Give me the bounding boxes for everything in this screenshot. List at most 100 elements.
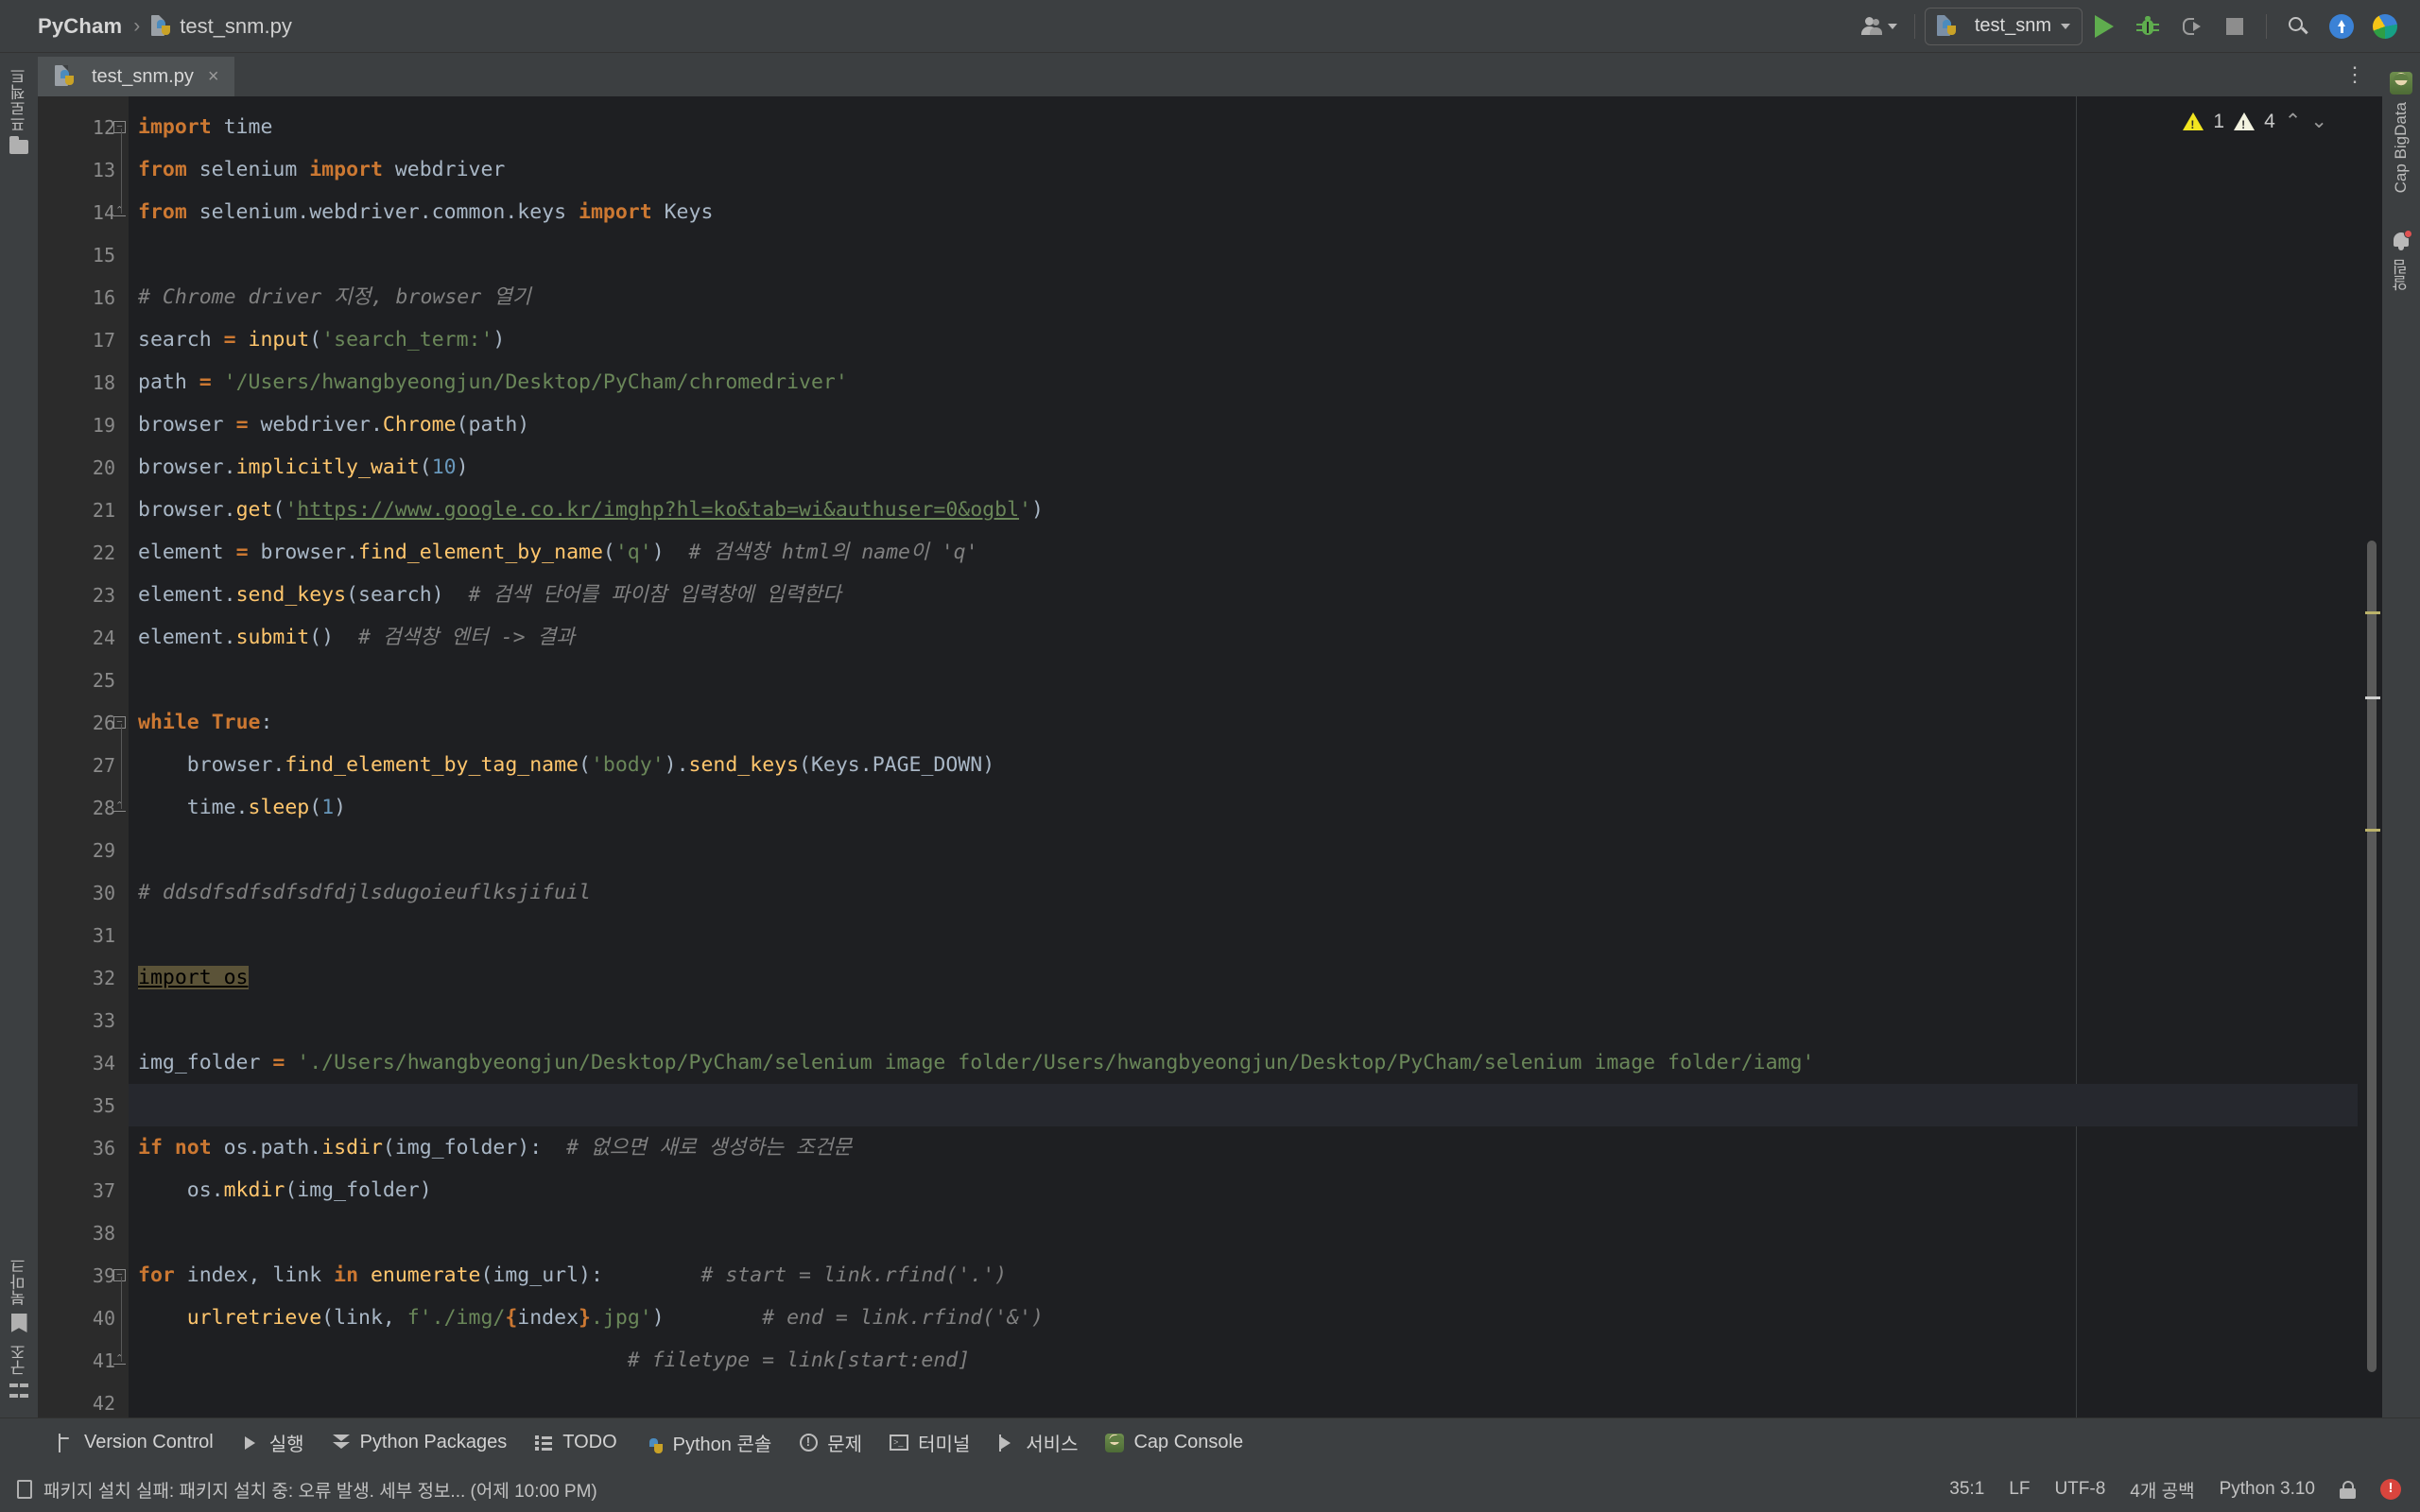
line-number[interactable]: 24 [38,616,129,659]
lock-icon[interactable] [2340,1480,2356,1499]
fold-collapse-icon[interactable]: − [113,1269,127,1282]
bottom-tool-cap-console[interactable]: Cap Console [1093,1426,1254,1459]
code-line[interactable]: from selenium.webdriver.common.keys impo… [129,191,2358,233]
line-number[interactable]: 36 [38,1126,129,1169]
code-line[interactable] [129,1084,2358,1126]
editor-tab-test-snm[interactable]: test_snm.py × [38,57,234,100]
line-number[interactable]: 40 [38,1297,129,1339]
indent-setting[interactable]: 4개 공백 [2130,1477,2194,1503]
breadcrumb-project[interactable]: PyCham [38,14,122,39]
line-number[interactable]: 38 [38,1211,129,1254]
bottom-tool-터미널[interactable]: 터미널 [877,1423,981,1462]
code-line[interactable]: os.mkdir(img_folder) [129,1169,2358,1211]
code-line[interactable]: element.submit() # 검색창 엔터 -> 결과 [129,616,2358,659]
code-line[interactable] [129,1382,2358,1418]
code-line[interactable]: search = input('search_term:') [129,318,2358,361]
line-number[interactable]: 20 [38,446,129,489]
code-line[interactable] [129,914,2358,956]
code-line[interactable]: path = '/Users/hwangbyeongjun/Desktop/Py… [129,361,2358,404]
code-line[interactable]: time.sleep(1) [129,786,2358,829]
python-interpreter[interactable]: Python 3.10 [2220,1479,2315,1500]
fold-end-icon[interactable]: ⌃ [113,1354,127,1367]
file-encoding[interactable]: UTF-8 [2054,1479,2105,1500]
sidebar-item-structure[interactable]: 구조 [0,1338,38,1404]
bottom-tool-version-control[interactable]: Version Control [43,1426,225,1459]
sidebar-item-project[interactable]: 프로젝트 [0,62,38,160]
breadcrumb-file[interactable]: test_snm.py [180,14,292,39]
caret-position[interactable]: 35:1 [1949,1479,1984,1500]
code-line[interactable]: for index, link in enumerate(img_url): #… [129,1254,2358,1297]
line-number[interactable]: 35 [38,1084,129,1126]
status-message[interactable]: 패키지 설치 실패: 패키지 설치 중: 오류 발생. 세부 정보... (어제… [43,1477,597,1503]
update-project-button[interactable] [2323,8,2360,45]
user-accounts-button[interactable] [1854,8,1905,45]
debug-button[interactable] [2129,8,2167,45]
fold-end-icon[interactable]: ⌃ [113,801,127,815]
line-number[interactable]: 17 [38,318,129,361]
line-number[interactable]: 31 [38,914,129,956]
fold-collapse-icon[interactable]: − [113,716,127,730]
sidebar-item-cap-bigdata[interactable]: Cap BigData [2390,66,2412,198]
code-line[interactable]: browser.get('https://www.google.co.kr/im… [129,489,2358,531]
next-problem-button[interactable]: ⌄ [2310,110,2327,133]
code-line[interactable] [129,1211,2358,1254]
code-line[interactable] [129,999,2358,1041]
line-number[interactable]: 25 [38,659,129,701]
bottom-tool-문제[interactable]: 문제 [786,1423,873,1462]
code-line[interactable]: # Chrome driver 지정, browser 열기 [129,276,2358,318]
code-line[interactable] [129,829,2358,871]
search-everywhere-button[interactable] [2279,8,2317,45]
tab-overflow-menu[interactable]: ⋮ [2344,62,2367,87]
line-number-gutter[interactable]: 12−13 14 ⌃ 15 16 17 18 19 20 21 22 23 24 25 26−27 28 ⌃ 29… [38,96,129,1418]
run-configuration-selector[interactable]: test_snm [1924,7,2083,45]
code-line[interactable]: import time [129,106,2358,148]
fold-end-icon[interactable]: ⌃ [113,206,127,219]
bottom-tool-서비스[interactable]: 서비스 [985,1423,1089,1462]
line-number[interactable]: 21 [38,489,129,531]
fold-collapse-icon[interactable]: − [113,121,127,134]
code-line[interactable] [129,659,2358,701]
line-number[interactable]: 30 [38,871,129,914]
status-message-group[interactable]: 패키지 설치 실패: 패키지 설치 중: 오류 발생. 세부 정보... (어제… [17,1477,597,1503]
stop-button[interactable] [2216,8,2254,45]
line-number[interactable]: 34 [38,1041,129,1084]
code-line[interactable] [129,233,2358,276]
code-line[interactable]: from selenium import webdriver [129,148,2358,191]
code-line[interactable]: import os [129,956,2358,999]
code-with-me-button[interactable] [2366,8,2404,45]
code-line[interactable]: element = browser.find_element_by_name('… [129,531,2358,574]
line-number[interactable]: 15 [38,233,129,276]
line-number[interactable]: 29 [38,829,129,871]
code-line[interactable]: element.send_keys(search) # 검색 단어를 파이참 입… [129,574,2358,616]
code-line[interactable]: browser.implicitly_wait(10) [129,446,2358,489]
code-line[interactable]: while True: [129,701,2358,744]
code-editor[interactable]: 12−13 14 ⌃ 15 16 17 18 19 20 21 22 23 24 25 26−27 28 ⌃ 29… [38,96,2382,1418]
bottom-tool-실행[interactable]: 실행 [229,1423,316,1462]
line-separator[interactable]: LF [2009,1479,2030,1500]
bottom-tool-python-packages[interactable]: Python Packages [320,1426,519,1459]
line-number[interactable]: 27 [38,744,129,786]
line-number[interactable]: 23 [38,574,129,616]
previous-problem-button[interactable]: ⌃ [2285,110,2302,133]
code-line[interactable]: browser = webdriver.Chrome(path) [129,404,2358,446]
line-number[interactable]: 32 [38,956,129,999]
close-icon[interactable]: × [208,66,219,88]
inspection-widget[interactable]: 1 4 ⌃ ⌄ [2183,110,2327,133]
code-line[interactable]: # ddsdfsdfsdfsdfdjlsdugoieuflksjifuil [129,871,2358,914]
code-line[interactable]: # filetype = link[start:end] [129,1339,2358,1382]
run-with-coverage-button[interactable] [2172,8,2210,45]
error-badge-icon[interactable] [2380,1479,2401,1500]
code-text-area[interactable]: import time from selenium import webdrive… [129,96,2358,1418]
code-line[interactable]: urlretrieve(link, f'./img/{index}.jpg') … [129,1297,2358,1339]
line-number[interactable]: 18 [38,361,129,404]
line-number[interactable]: 13 [38,148,129,191]
code-line[interactable]: if not os.path.isdir(img_folder): # 없으면 … [129,1126,2358,1169]
sidebar-item-bookmarks[interactable]: 북마크 [0,1252,38,1338]
code-token[interactable]: https://www.google.co.kr/imghp?hl=ko&tab… [297,498,1019,522]
line-number[interactable]: 42 [38,1382,129,1424]
bottom-tool-todo[interactable]: TODO [522,1426,628,1459]
line-number[interactable]: 16 [38,276,129,318]
code-line[interactable]: img_folder = './Users/hwangbyeongjun/Des… [129,1041,2358,1084]
code-line[interactable]: browser.find_element_by_tag_name('body')… [129,744,2358,786]
line-number[interactable]: 22 [38,531,129,574]
